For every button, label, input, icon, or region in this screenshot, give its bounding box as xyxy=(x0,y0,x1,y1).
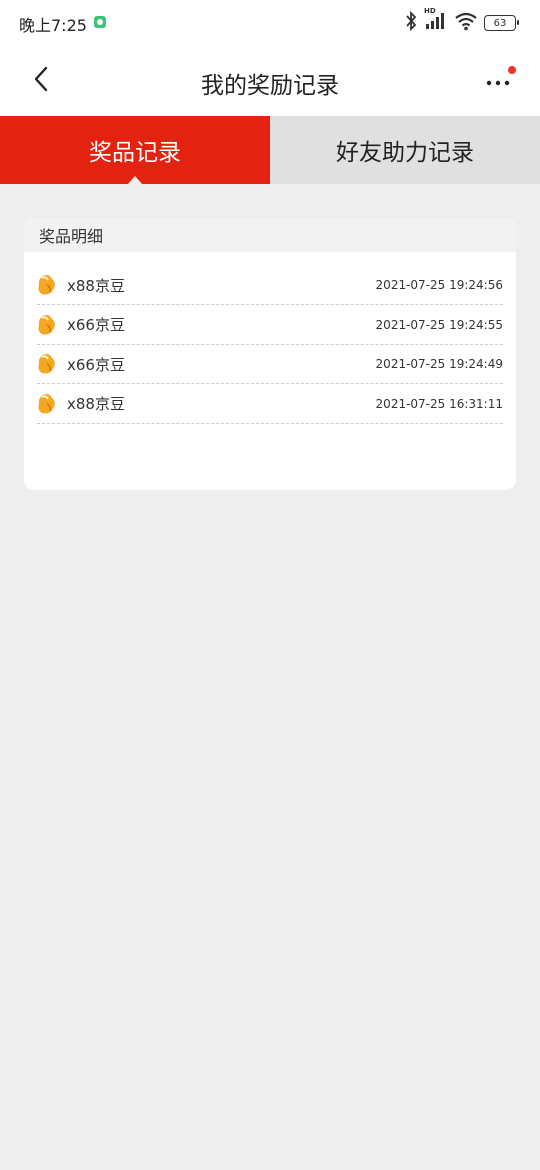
prize-details-card: 奖品明细 x88京豆 2021-07-25 19:24:56 x66京豆 202… xyxy=(24,218,516,490)
status-bar: 晚上7:25 HD 63 xyxy=(0,0,540,46)
app-notification-icon xyxy=(94,16,106,28)
hd-label: HD xyxy=(424,7,436,15)
status-time: 晚上7:25 xyxy=(19,16,87,35)
bean-icon xyxy=(37,352,58,376)
prize-time: 2021-07-25 19:24:55 xyxy=(375,317,503,332)
tab-friend-help-records[interactable]: 好友助力记录 xyxy=(270,116,540,184)
tab-prize-records[interactable]: 奖品记录 xyxy=(0,116,270,185)
page-title: 我的奖励记录 xyxy=(201,73,339,99)
prize-time: 2021-07-25 16:31:11 xyxy=(375,396,503,411)
prize-name: x66京豆 xyxy=(67,316,125,334)
notification-dot xyxy=(508,66,516,74)
status-icons: HD 63 xyxy=(404,7,519,35)
list-item: x66京豆 2021-07-25 19:24:55 xyxy=(37,306,503,345)
prize-name: x88京豆 xyxy=(67,395,125,413)
signal-icon: HD xyxy=(424,7,448,35)
card-header: 奖品明细 xyxy=(24,218,516,252)
list-item: x66京豆 2021-07-25 19:24:49 xyxy=(37,345,503,384)
wifi-icon xyxy=(454,11,478,35)
bean-icon xyxy=(37,313,58,337)
content-area: 奖品明细 x88京豆 2021-07-25 19:24:56 x66京豆 202… xyxy=(0,184,540,1170)
prize-name: x88京豆 xyxy=(67,276,125,295)
prize-time: 2021-07-25 19:24:56 xyxy=(375,278,503,292)
tab-label: 奖品记录 xyxy=(89,140,181,166)
nav-bar: 我的奖励记录 xyxy=(0,46,540,116)
prize-list: x88京豆 2021-07-25 19:24:56 x66京豆 2021-07-… xyxy=(24,252,516,424)
list-item: x88京豆 2021-07-25 16:31:11 xyxy=(37,385,503,424)
more-dots-icon xyxy=(484,80,514,100)
prize-name: x66京豆 xyxy=(67,355,125,374)
battery-level: 63 xyxy=(493,17,507,29)
prize-time: 2021-07-25 19:24:49 xyxy=(375,357,503,371)
bluetooth-icon xyxy=(404,10,418,35)
battery-icon: 63 xyxy=(484,15,519,31)
bean-icon xyxy=(37,392,58,416)
tab-label: 好友助力记录 xyxy=(336,140,474,166)
list-item: x88京豆 2021-07-25 19:24:56 xyxy=(37,266,503,305)
tab-bar: 奖品记录 好友助力记录 xyxy=(0,116,540,185)
bean-icon xyxy=(37,273,58,297)
